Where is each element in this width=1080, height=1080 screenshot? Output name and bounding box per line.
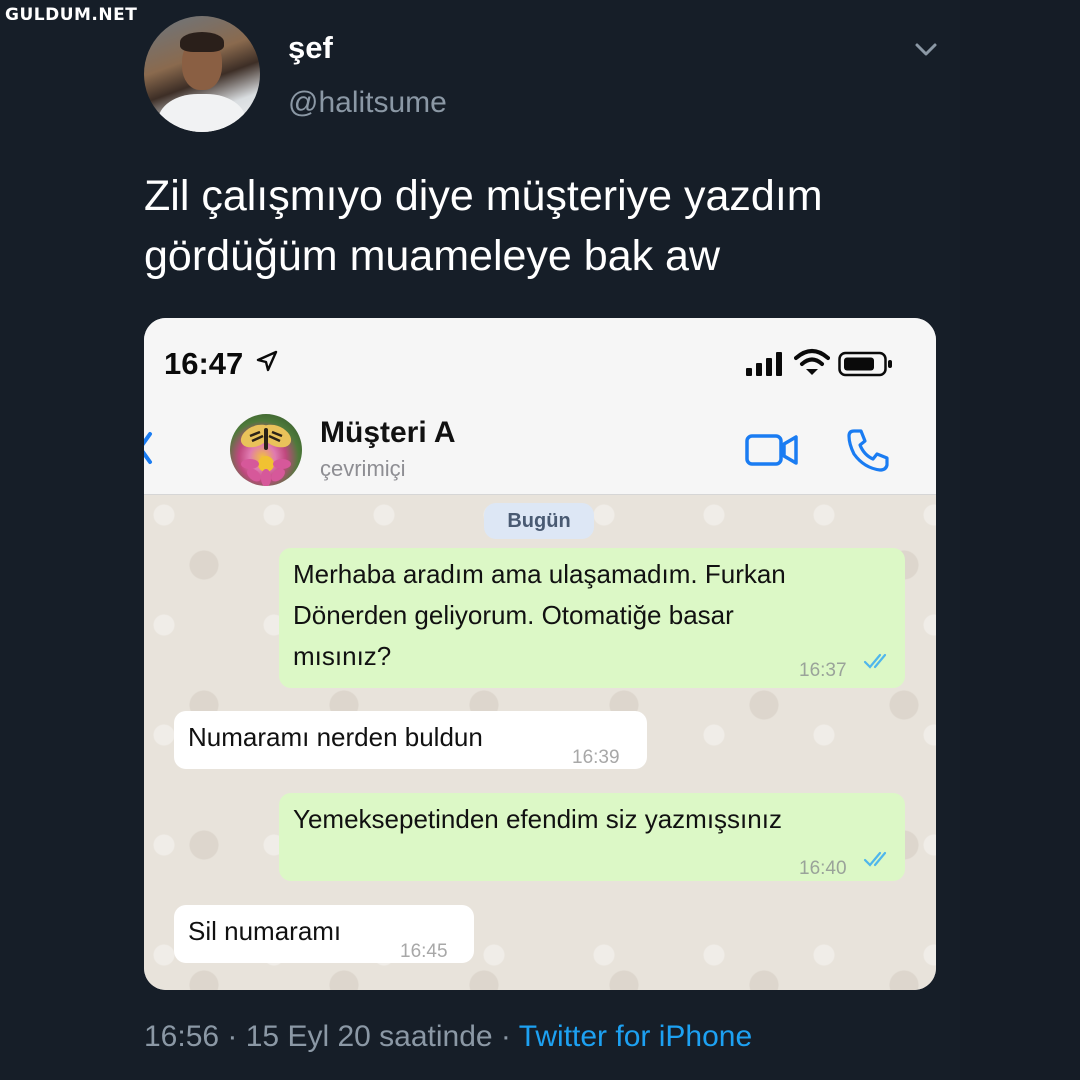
message-time: 16:40	[799, 858, 847, 879]
signal-icon	[746, 352, 782, 376]
incoming-message[interactable]: Sil numaramı 16:45	[174, 905, 474, 963]
tweet-source-link[interactable]: Twitter for iPhone	[519, 1020, 752, 1053]
read-ticks-icon	[863, 851, 887, 867]
contact-status: çevrimiçi	[320, 456, 406, 481]
message-text: Merhaba aradım ama ulaşamadım. Furkan Dö…	[293, 559, 786, 671]
outgoing-message[interactable]: Yemeksepetinden efendim siz yazmışsınız …	[279, 793, 905, 881]
message-time: 16:39	[572, 747, 620, 768]
chat-body[interactable]: Bugün Merhaba aradım ama ulaşamadım. Fur…	[144, 495, 936, 990]
display-name[interactable]: şef	[288, 30, 333, 66]
read-ticks-icon	[863, 653, 887, 669]
tweet-meta: 16:56 · 15 Eyl 20 saatinde · Twitter for…	[144, 1020, 752, 1054]
video-call-icon[interactable]	[744, 430, 800, 470]
message-text: Numaramı nerden buldun	[188, 722, 483, 752]
attached-screenshot[interactable]: 16:47 Müşteri A çevrimiçi Bugün Merhaba …	[144, 318, 936, 990]
tweet-text-line: Zil çalışmıyo diye müşteriye yazdım	[144, 172, 823, 220]
tweet-text-line: gördüğüm muameleye bak aw	[144, 232, 721, 280]
incoming-message[interactable]: Numaramı nerden buldun 16:39	[174, 711, 647, 769]
wifi-icon	[794, 349, 830, 375]
avatar[interactable]	[144, 16, 260, 132]
outgoing-message[interactable]: Merhaba aradım ama ulaşamadım. Furkan Dö…	[279, 548, 905, 688]
message-time: 16:45	[400, 941, 448, 962]
watermark: GULDUM.NET	[5, 5, 138, 25]
contact-avatar[interactable]	[230, 414, 302, 486]
tweet-text: Zil çalışmıyo diye müşteriye yazdım görd…	[144, 166, 944, 286]
tweet-card: GULDUM.NET şef @halitsume Zil çalışmıyo …	[0, 0, 960, 1080]
status-time: 16:47	[164, 346, 244, 381]
phone-call-icon[interactable]	[844, 426, 892, 474]
butterfly-flower-image	[240, 424, 292, 486]
contact-name[interactable]: Müşteri A	[320, 416, 456, 450]
tweet-timestamp[interactable]: 16:56 · 15 Eyl 20 saatinde ·	[144, 1020, 519, 1053]
message-time: 16:37	[799, 660, 847, 681]
back-chevron-icon[interactable]	[144, 428, 158, 468]
user-handle[interactable]: @halitsume	[288, 86, 447, 120]
message-text: Yemeksepetinden efendim siz yazmışsınız	[293, 804, 782, 834]
location-arrow-icon	[256, 350, 278, 372]
date-separator: Bugün	[484, 503, 594, 539]
chevron-down-icon[interactable]	[912, 36, 940, 64]
message-text: Sil numaramı	[188, 916, 342, 946]
phone-status-bar: 16:47	[144, 318, 936, 404]
chat-header: Müşteri A çevrimiçi	[144, 404, 936, 495]
battery-icon	[838, 351, 892, 377]
